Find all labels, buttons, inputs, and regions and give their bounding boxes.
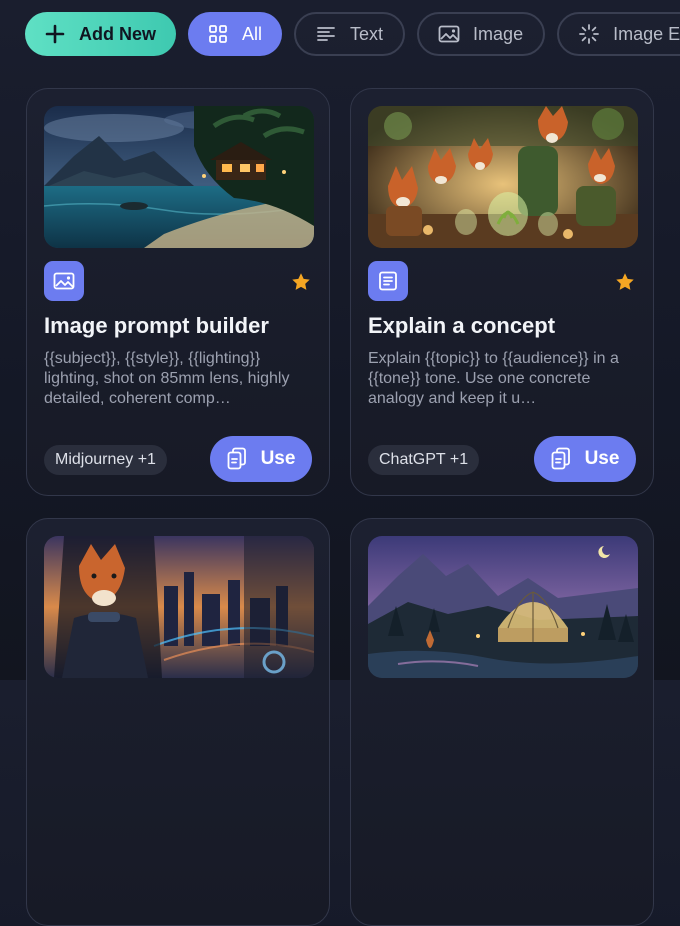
filter-text-label: Text xyxy=(350,23,384,44)
add-new-label: Add New xyxy=(79,23,157,44)
card-title: Image prompt builder xyxy=(44,313,269,338)
card-description: Explain {{topic}} to {{audience}} in a {… xyxy=(368,350,619,407)
add-new-button[interactable]: Add New xyxy=(25,12,177,56)
model-tag: ChatGPT +1 xyxy=(368,445,480,475)
prompt-card-greenhouse[interactable] xyxy=(350,518,654,926)
filter-image-label: Image xyxy=(473,23,524,44)
use-button[interactable]: Use xyxy=(210,436,312,482)
copy-icon xyxy=(227,447,246,470)
filter-all-label: All xyxy=(242,23,263,44)
image-icon xyxy=(437,22,461,46)
filter-all[interactable]: All xyxy=(188,12,283,56)
image-type-badge xyxy=(44,261,84,301)
use-button-label: Use xyxy=(584,448,620,469)
use-button-label: Use xyxy=(260,448,296,469)
favorite-star-icon[interactable] xyxy=(614,271,636,293)
prompt-card-fox-pilot[interactable] xyxy=(26,518,330,926)
favorite-star-icon[interactable] xyxy=(290,271,312,293)
card-title: Explain a concept xyxy=(368,313,556,338)
card-thumbnail-greenhouse-mountains xyxy=(368,536,638,678)
grid-icon xyxy=(206,22,230,46)
filter-image-edit-label: Image Ed xyxy=(613,23,680,44)
image-icon xyxy=(53,272,75,290)
sparkle-icon xyxy=(577,22,601,46)
plus-icon xyxy=(43,22,67,46)
filter-text[interactable]: Text xyxy=(294,12,406,56)
use-button[interactable]: Use xyxy=(534,436,636,482)
filter-image[interactable]: Image xyxy=(417,12,546,56)
card-description: {{subject}}, {{style}}, {{lighting}} lig… xyxy=(44,350,290,407)
card-thumbnail-foxes-tea-party xyxy=(368,106,638,248)
prompt-card-explain-a-concept[interactable]: Explain a concept Explain {{topic}} to {… xyxy=(350,88,654,496)
prompt-card-image-prompt-builder[interactable]: Image prompt builder {{subject}}, {{styl… xyxy=(26,88,330,496)
text-icon xyxy=(379,271,397,291)
filter-bar: Add New All Text Image Image E xyxy=(25,12,680,56)
card-thumbnail-fox-pilot-city xyxy=(44,536,314,678)
copy-icon xyxy=(551,447,570,470)
text-type-badge xyxy=(368,261,408,301)
model-tag: Midjourney +1 xyxy=(44,445,167,475)
card-thumbnail-tropical-beach xyxy=(44,106,314,248)
filter-image-edit[interactable]: Image Ed xyxy=(557,12,680,56)
text-lines-icon xyxy=(314,22,338,46)
